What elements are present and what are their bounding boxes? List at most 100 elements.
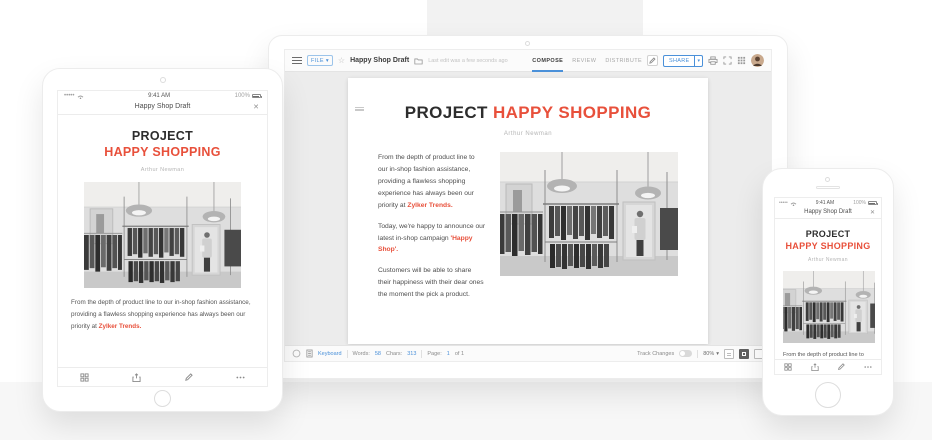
track-changes-toggle[interactable] — [679, 350, 693, 357]
document-byline: Arthur Newman — [140, 166, 185, 173]
hamburger-menu-icon[interactable] — [292, 56, 302, 65]
tab-review[interactable]: REVIEW — [572, 50, 596, 72]
edit-icon[interactable] — [837, 363, 846, 371]
carrier-signal-icon: ••••• — [64, 93, 75, 99]
format-grid-icon[interactable] — [784, 363, 792, 371]
keyboard-doc-icon — [306, 349, 313, 358]
fullscreen-icon[interactable] — [723, 56, 732, 65]
shop-photo[interactable] — [500, 152, 678, 276]
carrier-signal-icon: ••••• — [779, 200, 788, 206]
words-label: Words: — [352, 350, 370, 357]
editor-toolbar: FILE ▾ ☆ Happy Shop Draft Last edit was … — [285, 50, 771, 72]
divider — [421, 349, 423, 358]
tablet-navbar: Happy Shop Draft ✕ — [58, 100, 267, 115]
heading-part-black: PROJECT — [805, 229, 851, 239]
share-icon[interactable] — [811, 363, 819, 371]
print-icon[interactable] — [708, 56, 718, 65]
share-icon[interactable] — [132, 372, 141, 382]
web-view-icon[interactable] — [724, 348, 734, 359]
phone-device: ••••• 9:41 AM 100% Happy Shop Draft ✕ PR… — [762, 168, 894, 416]
document-byline: Arthur Newman — [503, 131, 553, 137]
share-button[interactable]: SHARE ▾ — [663, 54, 703, 67]
tablet-document-preview: PROJECT HAPPY SHOPPING Arthur Newman Fro… — [58, 115, 267, 333]
tablet-bottom-toolbar — [58, 367, 267, 386]
desktop-screen: FILE ▾ ☆ Happy Shop Draft Last edit was … — [284, 49, 772, 362]
desktop-camera-icon — [525, 41, 530, 46]
tablet-screen: ••••• 9:41 AM 100% Happy Shop Draft ✕ PR… — [57, 90, 268, 387]
brand-highlight: Zylker Trends. — [98, 323, 142, 331]
chars-label: Chars: — [386, 350, 403, 357]
last-edit-status: Last edit was a few seconds ago — [428, 57, 508, 64]
close-icon[interactable]: ✕ — [253, 103, 259, 111]
tablet-device: ••••• 9:41 AM 100% Happy Shop Draft ✕ PR… — [42, 68, 283, 412]
editor-canvas[interactable]: PROJECT HAPPY SHOPPING Arthur Newman Fro… — [285, 72, 771, 345]
heading-part-black: PROJECT — [131, 129, 194, 143]
share-label: SHARE — [669, 57, 690, 64]
clock-label: 9:41 AM — [148, 93, 171, 99]
battery-percent-label: 100% — [853, 200, 866, 206]
wifi-icon — [790, 202, 797, 206]
page-number[interactable]: 1 — [447, 351, 450, 357]
battery-icon — [867, 201, 878, 205]
phone-navbar: Happy Shop Draft ✕ — [775, 207, 881, 219]
heading-part-red: HAPPY SHOPPING — [785, 240, 871, 251]
tab-compose[interactable]: COMPOSE — [532, 50, 564, 72]
file-menu-button[interactable]: FILE ▾ — [307, 55, 333, 66]
battery-percent-label: 100% — [234, 93, 250, 99]
document-paragraph: From the depth of product line to our in… — [71, 297, 254, 334]
apps-grid-icon[interactable] — [737, 56, 746, 65]
format-grid-icon[interactable] — [80, 372, 89, 382]
wifi-icon — [77, 95, 84, 99]
page-label: Page: — [427, 350, 442, 357]
phone-document-preview: PROJECT HAPPY SHOPPING Arthur Newman Fro… — [775, 219, 881, 374]
shop-photo — [783, 271, 875, 344]
document-byline: Arthur Newman — [808, 257, 848, 264]
background-patch — [427, 0, 643, 38]
heading-part-red: HAPPY SHOPPING — [492, 103, 652, 122]
share-caret-icon[interactable]: ▾ — [694, 55, 702, 66]
paragraph-1: From the depth of product line to our in… — [378, 152, 486, 212]
divider — [346, 349, 348, 358]
phone-bottom-toolbar — [775, 359, 881, 374]
mode-tabs: COMPOSE REVIEW DISTRIBUTE — [532, 50, 642, 72]
sync-status-icon[interactable] — [292, 349, 301, 358]
user-avatar[interactable] — [751, 54, 764, 67]
battery-icon — [251, 94, 262, 98]
paragraph-drag-handle[interactable] — [355, 105, 364, 112]
editor-status-bar: Keyboard Words: 58 Chars: 313 Page: 1 of… — [285, 345, 771, 361]
chars-count[interactable]: 313 — [407, 351, 416, 357]
edit-mode-icon[interactable] — [647, 55, 659, 66]
track-changes-label: Track Changes — [637, 350, 675, 357]
home-button[interactable] — [815, 382, 841, 408]
keyboard-link[interactable]: Keyboard — [318, 351, 342, 357]
shop-photo — [84, 181, 241, 288]
edit-icon[interactable] — [184, 372, 193, 382]
more-icon[interactable] — [864, 363, 872, 371]
words-count[interactable]: 58 — [375, 351, 381, 357]
more-icon[interactable] — [236, 373, 245, 382]
zoom-control[interactable]: 80% ▾ — [703, 351, 719, 357]
page-of-label: of 1 — [454, 350, 465, 357]
clock-label: 9:41 AM — [815, 200, 835, 206]
page-view-icon[interactable] — [739, 348, 749, 359]
document-heading: PROJECT HAPPY SHOPPING — [378, 103, 678, 123]
caret-down-icon: ▾ — [716, 350, 719, 357]
marketing-canvas: ••••• 9:41 AM 100% Happy Shop Draft ✕ PR… — [0, 0, 932, 440]
folder-icon[interactable] — [414, 57, 423, 65]
close-icon[interactable]: ✕ — [870, 209, 875, 216]
phone-camera-icon — [825, 177, 830, 182]
tablet-status-bar: ••••• 9:41 AM 100% — [58, 91, 267, 100]
home-button[interactable] — [153, 390, 171, 407]
favorite-star-icon[interactable]: ☆ — [338, 56, 345, 65]
document-columns: From the depth of product line to our in… — [378, 152, 678, 310]
document-title[interactable]: Happy Shop Draft — [350, 57, 409, 64]
heading-part-red: HAPPY SHOPPING — [104, 145, 221, 160]
zoom-level: 80% — [703, 350, 715, 357]
document-text-column: From the depth of product line to our in… — [378, 152, 486, 310]
document-title: Happy Shop Draft — [804, 209, 852, 215]
phone-screen: ••••• 9:41 AM 100% Happy Shop Draft ✕ PR… — [774, 197, 882, 375]
heading-part-black: PROJECT — [404, 103, 488, 122]
document-page[interactable]: PROJECT HAPPY SHOPPING Arthur Newman Fro… — [348, 78, 708, 344]
tab-distribute[interactable]: DISTRIBUTE — [605, 50, 642, 72]
file-menu-label: FILE — [311, 57, 324, 64]
